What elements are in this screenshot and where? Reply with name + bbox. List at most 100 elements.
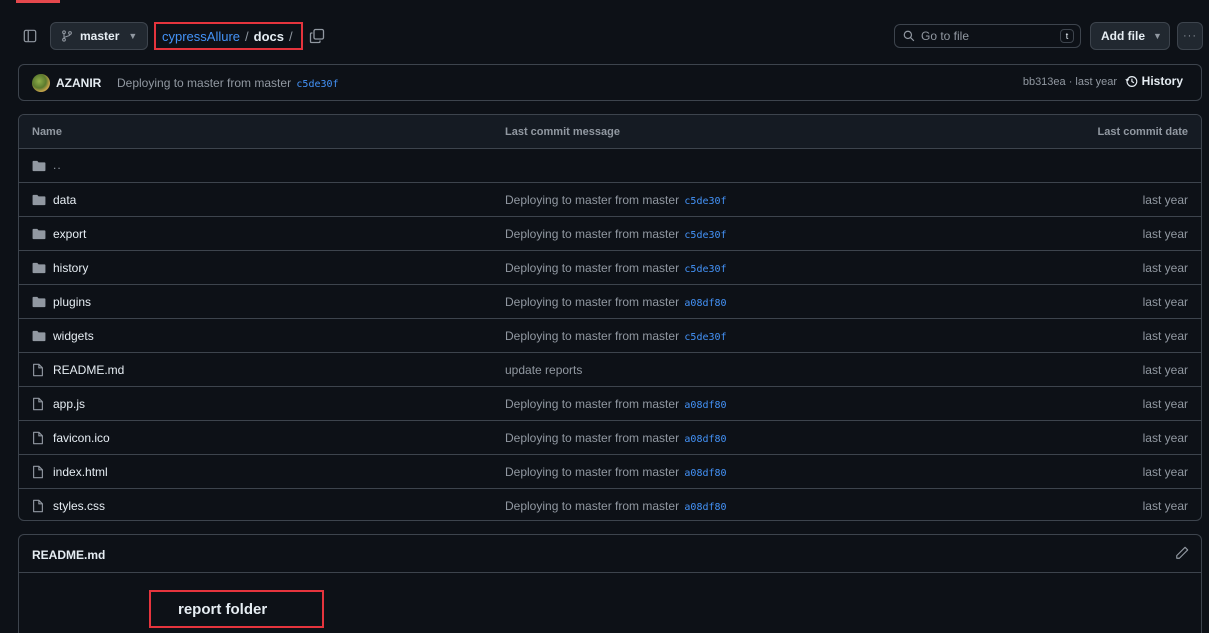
file-table: Name Last commit message Last commit dat… — [18, 114, 1202, 521]
commit-date: last year — [1142, 295, 1188, 309]
table-row[interactable]: favicon.ico Deploying to master from mast… — [19, 421, 1201, 455]
file-rows: data Deploying to master from master c5de… — [19, 183, 1201, 520]
commit-message-link[interactable]: Deploying to master from master — [505, 465, 679, 479]
commit-message-link[interactable]: Deploying to master from master — [505, 193, 679, 207]
commit-sha-link[interactable]: a08df80 — [684, 434, 726, 445]
file-name-link[interactable]: index.html — [53, 465, 108, 479]
file-icon — [32, 363, 46, 377]
commit-sha-link[interactable]: a08df80 — [684, 468, 726, 479]
file-name-link[interactable]: export — [53, 227, 86, 241]
pencil-icon[interactable] — [1175, 546, 1191, 562]
commit-message: update reports — [505, 363, 582, 377]
file-name-link[interactable]: styles.css — [53, 499, 105, 513]
commit-message: Deploying to master from master c5de30f — [505, 193, 727, 207]
commit-date: last year — [1142, 227, 1188, 241]
commit-date: last year — [1142, 397, 1188, 411]
readme-title: README.md — [32, 548, 106, 562]
folder-icon — [32, 227, 46, 241]
commit-sha-link[interactable]: a08df80 — [684, 400, 726, 411]
parent-directory-row[interactable]: .. — [19, 149, 1201, 183]
file-name-link[interactable]: favicon.ico — [53, 431, 110, 445]
file-name-link[interactable]: plugins — [53, 295, 91, 309]
readme-content-annotation: report folder — [149, 590, 324, 628]
file-name-link[interactable]: widgets — [53, 329, 94, 343]
commit-sha-link[interactable]: c5de30f — [684, 264, 726, 275]
commit-message-link[interactable]: update reports — [505, 363, 582, 377]
folder-icon — [32, 159, 46, 173]
commit-sha-link[interactable]: c5de30f — [296, 79, 338, 90]
commit-date: last year — [1142, 261, 1188, 275]
commit-date: last year — [1142, 431, 1188, 445]
commit-message: Deploying to master from master c5de30f — [505, 329, 727, 343]
breadcrumb-current-dir: docs — [253, 28, 284, 44]
table-row[interactable]: README.md update reports last year — [19, 353, 1201, 387]
column-header-message: Last commit message — [505, 126, 620, 138]
file-icon — [32, 431, 46, 445]
commit-message-link[interactable]: Deploying to master from master — [505, 329, 679, 343]
table-row[interactable]: history Deploying to master from master c… — [19, 251, 1201, 285]
commit-sha-link[interactable]: c5de30f — [684, 332, 726, 343]
file-icon — [32, 465, 46, 479]
commit-message: Deploying to master from master a08df80 — [505, 465, 727, 479]
file-name-link[interactable]: data — [53, 193, 76, 207]
git-branch-icon — [62, 30, 72, 42]
table-row[interactable]: export Deploying to master from master c5… — [19, 217, 1201, 251]
table-row[interactable]: styles.css Deploying to master from maste… — [19, 489, 1201, 520]
commit-sha-link[interactable]: c5de30f — [684, 230, 726, 241]
sidebar-toggle-icon[interactable] — [19, 25, 41, 47]
commit-date: last year — [1142, 193, 1188, 207]
commit-message: Deploying to master from master a08df80 — [505, 499, 727, 513]
commit-message: Deploying to master from master c5de30f — [117, 76, 339, 90]
table-row[interactable]: widgets Deploying to master from master c… — [19, 319, 1201, 353]
folder-icon — [32, 261, 46, 275]
commit-message-link[interactable]: Deploying to master from master — [505, 227, 679, 241]
search-icon — [903, 30, 915, 42]
commit-sha-link[interactable]: a08df80 — [684, 298, 726, 309]
add-file-button[interactable]: Add file ▼ — [1090, 22, 1170, 50]
commit-date: last year — [1142, 329, 1188, 343]
branch-selector-button[interactable]: master ▼ — [50, 22, 148, 50]
commit-message: Deploying to master from master a08df80 — [505, 431, 727, 445]
breadcrumb-repo-link[interactable]: cypressAllure — [162, 29, 240, 44]
folder-icon — [32, 193, 46, 207]
more-options-button[interactable]: ··· — [1177, 22, 1203, 50]
table-row[interactable]: data Deploying to master from master c5de… — [19, 183, 1201, 217]
commit-date: last year — [1142, 363, 1188, 377]
avatar[interactable] — [32, 74, 50, 92]
commit-message-link[interactable]: Deploying to master from master — [505, 295, 679, 309]
file-name-link[interactable]: app.js — [53, 397, 85, 411]
go-to-file-placeholder: Go to file — [921, 29, 970, 43]
go-to-file-input[interactable]: Go to file t — [894, 24, 1081, 48]
commit-message: Deploying to master from master c5de30f — [505, 261, 727, 275]
commit-message-text[interactable]: Deploying to master from master — [117, 76, 291, 90]
commit-meta[interactable]: bb313ea · last year — [1023, 76, 1117, 88]
file-name-link[interactable]: README.md — [53, 363, 124, 377]
commit-message-link[interactable]: Deploying to master from master — [505, 397, 679, 411]
commit-message-link[interactable]: Deploying to master from master — [505, 499, 679, 513]
table-row[interactable]: app.js Deploying to master from master a0… — [19, 387, 1201, 421]
commit-message: Deploying to master from master c5de30f — [505, 227, 727, 241]
table-header: Name Last commit message Last commit dat… — [19, 115, 1201, 149]
copy-path-icon[interactable] — [309, 28, 325, 44]
breadcrumb: cypressAllure / docs / — [154, 22, 303, 50]
commit-sha-link[interactable]: a08df80 — [684, 502, 726, 513]
latest-commit-bar: AZANIR Deploying to master from master c… — [18, 64, 1202, 101]
file-name-link[interactable]: history — [53, 261, 88, 275]
top-highlight-strip — [16, 0, 60, 3]
column-header-date: Last commit date — [1097, 126, 1188, 138]
commit-date: last year — [1142, 465, 1188, 479]
commit-author-link[interactable]: AZANIR — [56, 76, 101, 90]
commit-sha-link[interactable]: c5de30f — [684, 196, 726, 207]
file-icon — [32, 397, 46, 411]
add-file-label: Add file — [1101, 29, 1145, 43]
chevron-down-icon: ▼ — [1153, 31, 1162, 41]
chevron-down-icon: ▼ — [128, 31, 138, 41]
parent-directory-link[interactable]: .. — [53, 158, 62, 172]
file-icon — [32, 499, 46, 513]
commit-message-link[interactable]: Deploying to master from master — [505, 431, 679, 445]
table-row[interactable]: plugins Deploying to master from master a… — [19, 285, 1201, 319]
breadcrumb-separator: / — [289, 28, 293, 44]
commit-message-link[interactable]: Deploying to master from master — [505, 261, 679, 275]
table-row[interactable]: index.html Deploying to master from maste… — [19, 455, 1201, 489]
history-link[interactable]: History — [1125, 74, 1183, 88]
